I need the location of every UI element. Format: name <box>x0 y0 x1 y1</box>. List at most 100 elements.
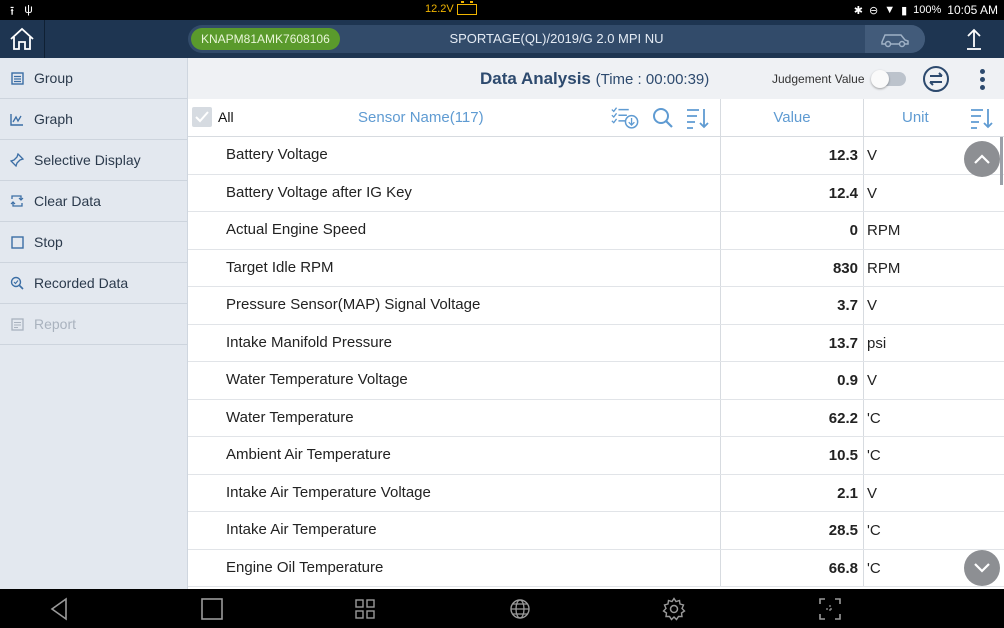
search-button[interactable] <box>648 105 678 131</box>
refresh-icon <box>10 194 24 208</box>
grid-icon <box>355 599 375 619</box>
sidebar-item-clear-data[interactable]: Clear Data <box>0 181 187 222</box>
chevron-up-icon <box>974 154 990 164</box>
judgement-label: Judgement Value <box>772 72 865 86</box>
sensor-table-body: Battery Voltage 12.3 V Battery Voltage aft… <box>188 137 1004 589</box>
chevron-down-icon <box>974 563 990 573</box>
capture-button[interactable] <box>815 594 845 624</box>
judgement-toggle[interactable] <box>871 70 906 88</box>
table-row[interactable]: Ambient Air Temperature 10.5 'C <box>188 437 1004 475</box>
sensor-unit: RPM <box>863 212 1004 249</box>
scroll-down-button[interactable] <box>964 550 1000 586</box>
app-header: SPORTAGE(QL)/2019/G 2.0 MPI NU KNAPM81AM… <box>0 20 1004 58</box>
search-record-icon <box>10 276 24 290</box>
sidebar-item-label: Report <box>34 316 77 332</box>
sensor-name: Water Temperature Voltage <box>226 371 408 388</box>
sensor-value: 10.5 <box>720 437 863 474</box>
sort-icon <box>687 109 709 129</box>
scroll-up-button[interactable] <box>964 141 1000 177</box>
sensor-value: 12.3 <box>720 137 863 174</box>
sensor-value: 2.1 <box>720 474 863 511</box>
sidebar-item-selective-display[interactable]: Selective Display <box>0 140 187 181</box>
main-panel: Data Analysis (Time : 00:00:39) Judgemen… <box>188 58 1004 589</box>
vehicle-button[interactable] <box>865 25 925 53</box>
car-icon <box>881 34 909 48</box>
sensor-value: 0 <box>720 212 863 249</box>
app-root: ⭱ ψ 12.2V ✱ ⊖ ▼ ▮ 100% 10:05 AM SPORTAGE… <box>0 0 1004 628</box>
sensor-unit: V <box>863 362 1004 399</box>
select-all-checkbox[interactable] <box>192 107 212 127</box>
back-button[interactable] <box>44 594 74 624</box>
table-row[interactable]: Battery Voltage 12.3 V <box>188 137 1004 175</box>
select-all-label: All <box>218 109 234 125</box>
sensor-unit: 'C <box>863 399 1004 436</box>
table-row[interactable]: Target Idle RPM 830 RPM <box>188 249 1004 287</box>
sensor-value: 28.5 <box>720 512 863 549</box>
wifi-icon: ▼ <box>884 4 896 16</box>
sidebar-item-label: Clear Data <box>34 193 101 209</box>
swap-button[interactable] <box>921 64 951 94</box>
sensor-unit: V <box>863 474 1004 511</box>
sensor-unit: RPM <box>863 249 1004 286</box>
globe-icon <box>510 599 530 619</box>
sort-unit-button[interactable] <box>966 105 996 131</box>
browser-button[interactable] <box>505 594 535 624</box>
filter-list-button[interactable] <box>610 105 640 131</box>
page-title-text: Data Analysis <box>480 69 591 88</box>
apps-button[interactable] <box>350 594 380 624</box>
sensor-name: Intake Air Temperature Voltage <box>226 483 431 501</box>
sensor-value: 3.7 <box>720 287 863 324</box>
report-icon <box>10 317 24 331</box>
table-row[interactable]: Intake Air Temperature Voltage 2.1 V <box>188 474 1004 512</box>
table-header: All Sensor Name(117) Value Unit <box>188 99 1004 137</box>
sidebar-item-label: Group <box>34 70 73 86</box>
title-bar: Data Analysis (Time : 00:00:39) Judgemen… <box>188 58 1004 99</box>
swap-icon <box>923 66 949 92</box>
home-button[interactable] <box>0 20 44 58</box>
sensor-name: Intake Manifold Pressure <box>226 333 392 351</box>
sensor-name: Water Temperature <box>226 408 354 426</box>
sensor-value: 830 <box>720 249 863 286</box>
stop-icon <box>10 235 24 249</box>
list-filter-icon <box>611 107 639 129</box>
table-row[interactable]: Intake Air Temperature 28.5 'C <box>188 512 1004 550</box>
sidebar-item-label: Selective Display <box>34 152 141 168</box>
square-icon <box>201 598 223 620</box>
recents-button[interactable] <box>197 594 227 624</box>
clock: 10:05 AM <box>947 3 998 17</box>
sidebar-item-label: Stop <box>34 234 63 250</box>
sidebar-item-stop[interactable]: Stop <box>0 222 187 263</box>
sort-name-button[interactable] <box>682 105 712 131</box>
settings-button[interactable] <box>659 594 689 624</box>
sensor-value: 0.9 <box>720 362 863 399</box>
more-dot-icon <box>979 84 985 90</box>
back-triangle-icon <box>50 597 67 621</box>
sidebar-item-recorded-data[interactable]: Recorded Data <box>0 263 187 304</box>
upload-arrow-icon <box>967 28 981 50</box>
more-dot-icon <box>979 68 985 74</box>
table-row[interactable]: Intake Manifold Pressure 13.7 psi <box>188 324 1004 362</box>
table-row[interactable]: Water Temperature Voltage 0.9 V <box>188 362 1004 400</box>
sidebar-item-group[interactable]: Group <box>0 58 187 99</box>
gear-icon <box>662 597 686 621</box>
table-row[interactable]: Engine Oil Temperature 66.8 'C <box>188 549 1004 587</box>
scrollbar[interactable] <box>1000 137 1003 185</box>
table-row[interactable]: Actual Engine Speed 0 RPM <box>188 212 1004 250</box>
vin-badge: KNAPM81AMK7608106 <box>191 28 340 50</box>
table-row[interactable]: Water Temperature 62.2 'C <box>188 399 1004 437</box>
table-row[interactable]: Pressure Sensor(MAP) Signal Voltage 3.7 V <box>188 287 1004 325</box>
sidebar-item-graph[interactable]: Graph <box>0 99 187 140</box>
table-row[interactable]: Battery Voltage after IG Key 12.4 V <box>188 174 1004 212</box>
exit-button[interactable] <box>944 20 1004 58</box>
more-options-button[interactable] <box>971 64 993 94</box>
search-icon <box>653 108 673 128</box>
voltage-indicator: 12.2V <box>425 0 477 15</box>
sensor-name-header[interactable]: Sensor Name(117) <box>358 109 484 126</box>
sensor-unit: 'C <box>863 512 1004 549</box>
voltage-text: 12.2V <box>425 3 454 15</box>
home-icon <box>10 27 34 50</box>
sidebar-item-label: Graph <box>34 111 73 127</box>
sensor-unit: V <box>863 287 1004 324</box>
sensor-name: Engine Oil Temperature <box>226 558 384 576</box>
sensor-unit: 'C <box>863 437 1004 474</box>
